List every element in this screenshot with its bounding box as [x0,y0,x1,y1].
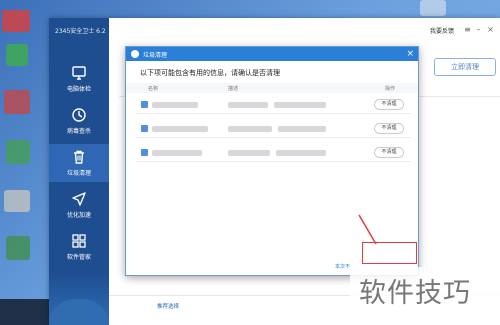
blurred-desc [228,102,268,108]
blurred-desc [228,150,270,156]
apps-icon [72,234,86,248]
table-row: 不清理 [136,120,412,138]
desktop-icon [420,0,446,16]
sidebar-decoration-hill [49,299,109,325]
blurred-name [152,150,202,156]
desktop-icon [4,90,30,114]
blurred-name [152,126,208,132]
table-row: 不清理 [136,144,412,162]
sidebar-item-virus-scan[interactable]: 病毒查杀 [49,102,109,140]
dialog-message: 以下项可能包含有用的信息，请确认是否清理 [140,69,280,77]
shield-icon [131,50,139,58]
minimize-icon[interactable]: – [474,25,483,34]
watermark-text: 软件技巧 [359,278,471,309]
blurred-desc [276,150,326,156]
table-header: 名称 描述 操作 [126,83,418,93]
sidebar: 2345安全卫士 6.2 电脑体检 病毒查杀 垃圾清理 优化加速 软件管家 [49,18,109,325]
virus-scan-icon [72,108,86,122]
close-icon[interactable]: × [486,25,495,34]
table-row: 不清理 [136,96,412,114]
desktop-icon [2,10,30,32]
close-icon[interactable]: × [406,48,414,60]
blurred-desc [278,126,326,132]
sidebar-item-label: 病毒查杀 [66,128,91,135]
watermark: 软件技巧 [350,267,500,309]
column-action: 操作 [385,86,396,92]
dialog-title: 垃圾清理 [143,52,168,59]
highlight-box [362,242,417,264]
skip-clean-button[interactable]: 不清理 [374,123,404,134]
blurred-name [152,102,198,108]
sidebar-item-optimize[interactable]: 优化加速 [49,186,109,224]
sidebar-item-software-manager[interactable]: 软件管家 [49,228,109,266]
feedback-link[interactable]: 我要反馈 [430,26,454,35]
rocket-icon [72,192,86,206]
item-checkbox[interactable] [141,101,148,108]
menu-icon[interactable]: ≡ [463,25,472,34]
clean-now-button[interactable]: 立即清理 [434,58,496,76]
column-desc: 描述 [228,86,239,92]
skip-clean-button[interactable]: 不清理 [374,147,404,158]
blurred-desc [228,126,272,132]
dialog-footer-option[interactable]: 本次不 [335,263,350,270]
sidebar-item-label: 软件管家 [66,254,91,261]
item-checkbox[interactable] [141,149,148,156]
skip-clean-button[interactable]: 不清理 [374,99,404,110]
item-checkbox[interactable] [141,125,148,132]
sidebar-item-checkup[interactable]: 电脑体检 [49,60,109,98]
desktop-icon [6,236,30,260]
app-title: 2345安全卫士 6.2 [55,28,106,35]
desktop-icon [4,190,30,212]
monitor-icon [72,66,86,80]
sidebar-item-label: 优化加速 [66,212,91,219]
sidebar-decoration [49,273,109,325]
recommend-select-link[interactable]: 推荐选择 [157,302,179,310]
title-bar: 我要反馈 ≡ – × [109,18,500,44]
sidebar-item-trash-clean[interactable]: 垃圾清理 [49,144,109,182]
column-name: 名称 [148,86,159,92]
desktop-icon [6,44,28,66]
sidebar-item-label: 垃圾清理 [66,170,91,177]
trash-icon [74,150,84,164]
dialog-header: 垃圾清理 × [126,47,418,61]
desktop-icon [6,140,30,164]
sidebar-item-label: 电脑体检 [66,86,91,93]
blurred-desc [274,102,326,108]
